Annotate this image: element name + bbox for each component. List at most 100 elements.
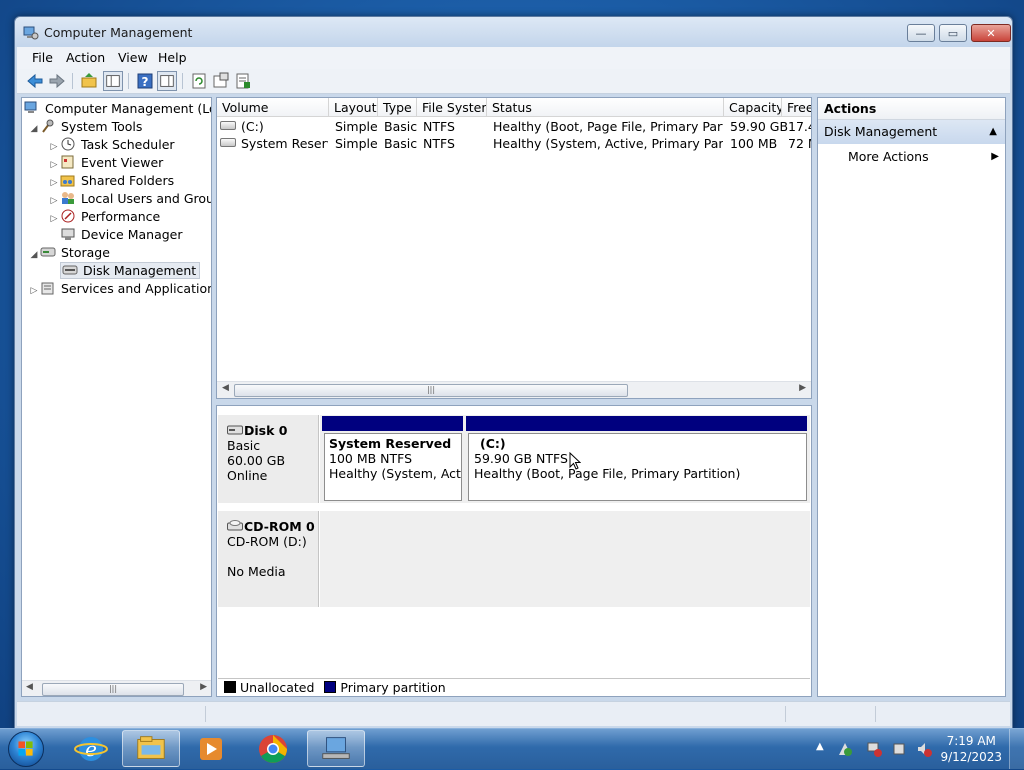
disk-map: Disk 0 Basic 60.00 GB Online System Rese… [216,405,812,697]
device-icon[interactable] [891,741,907,757]
legend-primary: Primary partition [340,680,446,695]
submenu-arrow-icon: ▶ [991,151,999,162]
title-bar[interactable]: Computer Management — ▭ ✕ [15,17,1012,47]
toolbar: ? [17,69,1010,94]
column-header-free[interactable]: Free [782,98,811,117]
tree-item-local-users-groups[interactable]: ▷Local Users and Groups [48,190,211,208]
chrome-icon[interactable] [244,730,302,767]
maximize-button[interactable]: ▭ [939,24,967,42]
scroll-right-arrow-icon[interactable]: ▶ [799,383,806,393]
computer-icon [24,101,37,113]
column-header-layout[interactable]: Layout [329,98,378,117]
column-header-file-system[interactable]: File System [417,98,487,117]
tree-label: Device Manager [81,227,183,242]
menu-view[interactable]: View [118,50,148,65]
status-divider [205,706,206,722]
tree-item-computer-management[interactable]: Computer Management (Local [24,100,211,118]
network-icon[interactable] [866,741,882,757]
window-title: Computer Management [44,25,193,40]
tree-item-shared-folders[interactable]: ▷ Shared Folders [48,172,175,190]
svg-text:?: ? [142,75,149,89]
back-arrow-icon[interactable] [25,71,45,91]
legend-swatch-unallocated [224,681,236,693]
cell-status: Healthy (Boot, Page File, Primary Partit… [493,119,723,134]
show-hide-tree-icon[interactable] [103,71,123,91]
partition-size: 59.90 GB NTFS [474,451,568,466]
collapse-arrow-icon[interactable]: ◢ [28,246,40,264]
disk-legend: Unallocated Primary partition [218,678,810,696]
close-button[interactable]: ✕ [971,24,1011,42]
tree-item-disk-management[interactable]: Disk Management [60,262,201,280]
scroll-right-arrow-icon[interactable]: ▶ [200,682,207,692]
menu-action[interactable]: Action [66,50,105,65]
media-player-icon[interactable] [182,730,240,767]
minimize-button[interactable]: — [907,24,935,42]
users-icon [62,192,74,204]
action-center-icon[interactable] [837,741,853,757]
show-desktop-button[interactable] [1009,729,1024,769]
partition-system-reserved[interactable]: System Reserved 100 MB NTFS Healthy (Sys… [324,433,462,501]
tray-expand-icon[interactable]: ▲ [816,741,824,752]
tree-item-system-tools[interactable]: ◢ System Tools [28,118,143,138]
partition-c[interactable]: (C:) 59.90 GB NTFS Healthy (Boot, Page F… [468,433,807,501]
cell-capacity: 59.90 GB [730,119,789,134]
scrollbar-thumb[interactable]: ||| [234,384,628,397]
volume-muted-icon[interactable] [916,741,932,757]
tree-item-performance[interactable]: ▷ Performance [48,208,161,228]
internet-explorer-icon[interactable]: e [62,730,120,767]
cell-volume: System Reserved [241,136,328,151]
tree-label: Storage [61,245,110,260]
forward-arrow-icon[interactable] [47,71,67,91]
column-header-capacity[interactable]: Capacity [724,98,782,117]
tree-item-device-manager[interactable]: Device Manager [60,226,183,244]
cell-status: Healthy (System, Active, Primary Partiti… [493,136,723,151]
windows-explorer-icon[interactable] [122,730,180,767]
tree-item-task-scheduler[interactable]: ▷ Task Scheduler [48,136,175,154]
help-icon[interactable]: ? [135,71,155,91]
toolbar-separator [128,73,129,89]
up-folder-icon[interactable] [79,71,99,91]
computer-management-icon[interactable] [307,730,365,767]
system-clock[interactable]: 7:19 AM 9/12/2023 [940,733,1002,765]
computer-management-window: Computer Management — ▭ ✕ File Action Vi… [14,16,1013,730]
column-header-type[interactable]: Type [378,98,417,117]
start-orb-icon[interactable] [8,731,44,767]
collapse-up-icon[interactable]: ▲ [989,120,997,144]
menu-file[interactable]: File [32,50,53,65]
cell-type: Basic [384,119,418,134]
tree-item-storage[interactable]: ◢ Storage [28,244,110,262]
expand-arrow-icon[interactable]: ▷ [48,210,60,228]
disk0-type: Basic [227,438,261,453]
disk0-label[interactable]: Disk 0 Basic 60.00 GB Online [218,415,319,503]
disk0-state: Online [227,468,268,483]
column-header-volume[interactable]: Volume [217,98,329,117]
legend-swatch-primary [324,681,337,693]
tree-item-event-viewer[interactable]: ▷ Event Viewer [48,154,164,172]
volume-horizontal-scrollbar[interactable]: ◀ ||| ▶ [217,381,811,398]
actions-section-disk-management[interactable]: Disk Management ▲ [818,120,1005,144]
expand-arrow-icon[interactable]: ▷ [28,282,40,300]
cell-file-system: NTFS [423,136,455,151]
svg-text:e: e [85,737,97,761]
services-icon [41,282,54,295]
tree-horizontal-scrollbar[interactable]: ◀ ||| ▶ [22,680,211,696]
scroll-left-arrow-icon[interactable]: ◀ [222,383,229,393]
taskbar: e ▲ 7:19 AM 9/12/2023 [0,728,1024,769]
show-hide-action-pane-icon[interactable] [157,71,177,91]
menu-help[interactable]: Help [158,50,187,65]
partition-name: System Reserved [329,436,452,451]
performance-icon [61,209,75,223]
cdrom0-label[interactable]: CD-ROM 0 CD-ROM (D:) No Media [218,511,319,607]
cell-layout: Simple [335,136,378,151]
tree-item-services-applications[interactable]: ▷ Services and Applications [28,280,211,300]
scroll-left-arrow-icon[interactable]: ◀ [26,682,33,692]
partition-status: Healthy (System, Active, [329,466,461,481]
refresh-icon[interactable] [189,71,209,91]
scrollbar-thumb[interactable]: ||| [42,683,184,696]
more-actions-item[interactable]: More Actions ▶ [848,148,999,166]
column-header-status[interactable]: Status [487,98,724,117]
export-list-icon[interactable] [233,71,253,91]
collapse-arrow-icon[interactable]: ◢ [28,120,40,138]
actions-section-label: Disk Management [824,124,938,139]
properties-icon[interactable] [211,71,231,91]
